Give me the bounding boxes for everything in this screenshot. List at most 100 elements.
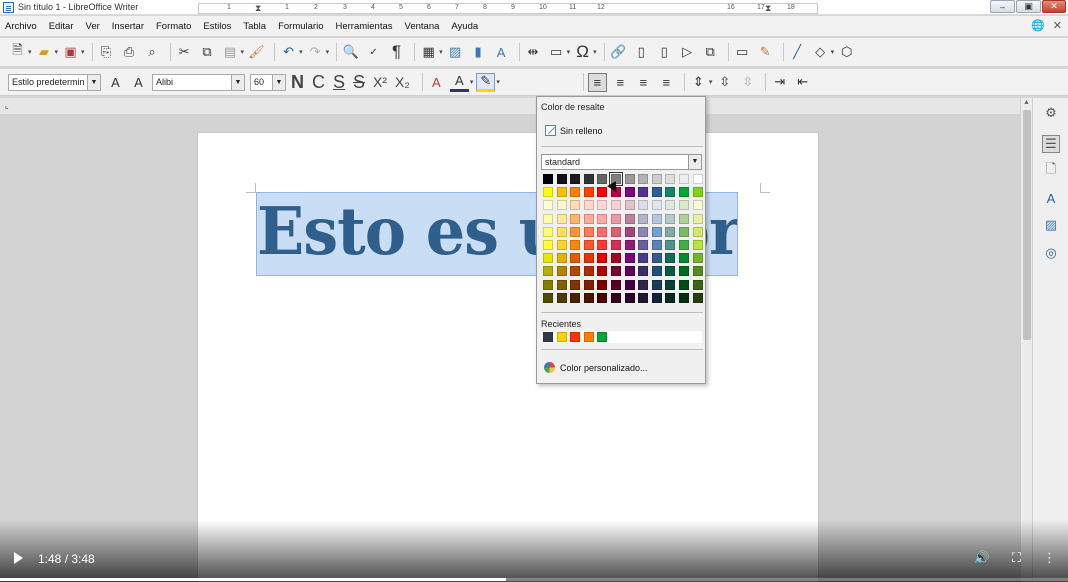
undo-icon[interactable]: ↶: [279, 43, 298, 62]
color-swatch[interactable]: [665, 239, 676, 250]
play-icon[interactable]: [14, 552, 23, 564]
update-style-icon[interactable]: A: [106, 73, 125, 92]
minimize-button[interactable]: –: [990, 0, 1015, 13]
draw-functions-icon[interactable]: ⬡: [837, 43, 856, 62]
color-swatch[interactable]: [597, 253, 608, 264]
open-dropdown-icon[interactable]: ▾: [55, 48, 59, 56]
color-swatch[interactable]: [651, 213, 662, 224]
color-swatch[interactable]: [583, 279, 594, 290]
color-swatch[interactable]: [556, 253, 567, 264]
print-icon[interactable]: ⎙: [120, 43, 139, 62]
color-swatch[interactable]: [556, 187, 567, 198]
color-swatch[interactable]: [692, 239, 703, 250]
scrollbar-thumb[interactable]: [1023, 110, 1031, 340]
color-swatch[interactable]: [651, 253, 662, 264]
justify-icon[interactable]: ≡: [657, 73, 676, 92]
menu-herramientas[interactable]: Herramientas: [335, 21, 392, 32]
save-icon[interactable]: ▣: [61, 43, 80, 62]
color-swatch[interactable]: [597, 292, 608, 303]
color-swatch[interactable]: [624, 266, 635, 277]
special-character-icon[interactable]: Ω: [573, 42, 592, 62]
sidebar-styles-icon[interactable]: A: [1042, 189, 1060, 207]
color-swatch[interactable]: [570, 226, 581, 237]
volume-icon[interactable]: 🔊: [974, 550, 990, 566]
align-center-icon[interactable]: ≡: [611, 73, 630, 92]
color-swatch[interactable]: [678, 253, 689, 264]
line-spacing-dropdown-icon[interactable]: ▾: [709, 78, 713, 86]
recent-color-swatch[interactable]: [597, 332, 608, 342]
hyperlink-icon[interactable]: 🔗: [609, 43, 628, 62]
insert-image-icon[interactable]: ▨: [446, 43, 465, 62]
color-swatch[interactable]: [678, 292, 689, 303]
color-swatch[interactable]: [638, 187, 649, 198]
menu-formato[interactable]: Formato: [156, 21, 191, 32]
insert-field-icon[interactable]: ▭: [547, 43, 566, 62]
color-swatch[interactable]: [638, 174, 649, 184]
menu-archivo[interactable]: Archivo: [5, 21, 37, 32]
export-pdf-icon[interactable]: ⎘: [97, 43, 116, 62]
menu-ayuda[interactable]: Ayuda: [451, 21, 478, 32]
color-swatch[interactable]: [624, 253, 635, 264]
color-swatch[interactable]: [543, 292, 553, 303]
color-swatch[interactable]: [638, 213, 649, 224]
color-swatch[interactable]: [570, 253, 581, 264]
color-swatch[interactable]: [610, 279, 621, 290]
recent-color-swatch[interactable]: [556, 332, 567, 342]
recent-color-swatch[interactable]: [543, 332, 553, 342]
color-swatch[interactable]: [678, 239, 689, 250]
color-swatch[interactable]: [597, 213, 608, 224]
color-swatch[interactable]: [597, 226, 608, 237]
clone-formatting-icon[interactable]: 🖌: [247, 43, 266, 62]
color-swatch[interactable]: [583, 266, 594, 277]
color-swatch[interactable]: [638, 292, 649, 303]
color-swatch[interactable]: [570, 200, 581, 211]
clear-formatting-icon[interactable]: A: [427, 73, 446, 92]
right-indent-marker-icon[interactable]: ⧗: [765, 3, 773, 14]
color-swatch[interactable]: [597, 239, 608, 250]
font-name-combo[interactable]: Alibi ▼: [152, 73, 245, 91]
color-swatch[interactable]: [610, 226, 621, 237]
strikethrough-button[interactable]: S: [353, 72, 365, 93]
highlight-color-icon[interactable]: ✎: [476, 72, 496, 92]
video-progress-bar[interactable]: [0, 578, 1068, 581]
new-document-icon[interactable]: 🗎: [8, 42, 27, 62]
color-swatch[interactable]: [570, 174, 581, 184]
color-swatch[interactable]: [610, 239, 621, 250]
highlight-dropdown-icon[interactable]: ▾: [496, 78, 500, 86]
sidebar-page-icon[interactable]: 🗋: [1042, 161, 1060, 180]
redo-dropdown-icon[interactable]: ▾: [326, 48, 330, 56]
color-swatch[interactable]: [678, 213, 689, 224]
track-changes-icon[interactable]: ✎: [756, 43, 775, 62]
indent-marker-icon[interactable]: ⧗: [255, 3, 263, 14]
color-swatch[interactable]: [543, 213, 553, 224]
underline-button[interactable]: S: [333, 72, 345, 93]
color-swatch[interactable]: [692, 266, 703, 277]
color-swatch[interactable]: [678, 279, 689, 290]
color-swatch[interactable]: [665, 226, 676, 237]
open-folder-icon[interactable]: ▰: [35, 43, 54, 62]
color-swatch[interactable]: [665, 292, 676, 303]
color-swatch[interactable]: [678, 200, 689, 211]
color-swatch[interactable]: [638, 200, 649, 211]
recent-color-swatch[interactable]: [583, 332, 594, 342]
color-swatch[interactable]: [665, 266, 676, 277]
color-swatch[interactable]: [651, 292, 662, 303]
redo-icon[interactable]: ↷: [306, 43, 325, 62]
menu-insertar[interactable]: Insertar: [112, 21, 144, 32]
print-preview-icon[interactable]: ⌕: [143, 43, 162, 62]
color-swatch[interactable]: [597, 200, 608, 211]
color-swatch[interactable]: [665, 174, 676, 184]
chevron-down-icon[interactable]: ▼: [231, 74, 244, 90]
color-swatch[interactable]: [638, 266, 649, 277]
color-swatch[interactable]: [692, 279, 703, 290]
table-dropdown-icon[interactable]: ▾: [439, 48, 443, 56]
color-swatch[interactable]: [638, 226, 649, 237]
color-swatch[interactable]: [556, 279, 567, 290]
color-swatch[interactable]: [543, 174, 553, 184]
page-break-icon[interactable]: ⇹: [524, 43, 543, 62]
color-swatch[interactable]: [692, 253, 703, 264]
color-swatch[interactable]: [665, 200, 676, 211]
color-swatch[interactable]: [624, 200, 635, 211]
custom-color-option[interactable]: Color personalizado...: [544, 362, 648, 373]
bold-button[interactable]: N: [291, 72, 304, 93]
